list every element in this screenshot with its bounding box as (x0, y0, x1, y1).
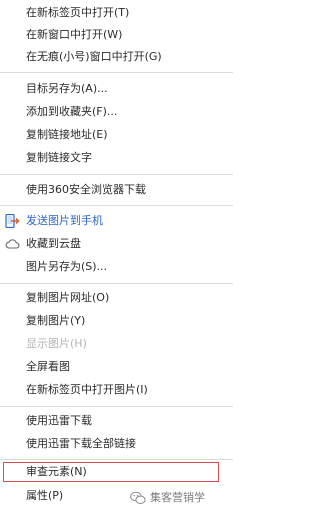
watermark-text: 集客营销学 (150, 491, 205, 504)
menu-item-save-target-as[interactable]: 目标另存为(A)... (0, 78, 233, 100)
menu-item-label: 审查元素(N) (26, 465, 87, 478)
menu-item-label: 在新标签页中打开图片(I) (26, 383, 148, 396)
menu-item-label: 添加到收藏夹(F)... (26, 105, 118, 118)
menu-item-label: 在新窗口中打开(W) (26, 28, 123, 41)
menu-item-label: 复制图片(Y) (26, 314, 86, 327)
menu-item-open-image-new-tab[interactable]: 在新标签页中打开图片(I) (0, 379, 233, 401)
menu-item-label: 图片另存为(S)... (26, 260, 108, 273)
menu-item-fullscreen-view[interactable]: 全屏看图 (0, 356, 233, 378)
menu-item-label: 目标另存为(A)... (26, 82, 108, 95)
menu-separator (0, 72, 233, 73)
menu-item-label: 使用360安全浏览器下载 (26, 183, 146, 196)
menu-item-label: 使用迅雷下载全部链接 (26, 437, 136, 450)
menu-separator (0, 205, 233, 206)
menu-separator (0, 283, 233, 284)
menu-item-label: 复制图片网址(O) (26, 291, 110, 304)
menu-item-label: 全屏看图 (26, 360, 70, 373)
menu-item-open-new-window[interactable]: 在新窗口中打开(W) (0, 24, 233, 46)
menu-item-copy-link-text[interactable]: 复制链接文字 (0, 147, 233, 169)
menu-item-copy-image-url[interactable]: 复制图片网址(O) (0, 287, 233, 309)
menu-item-download-with-360[interactable]: 使用360安全浏览器下载 (0, 179, 233, 201)
menu-item-label: 复制链接文字 (26, 151, 92, 164)
menu-separator (0, 174, 233, 175)
menu-item-download-with-xunlei[interactable]: 使用迅雷下载 (0, 410, 233, 432)
menu-item-label: 在新标签页中打开(T) (26, 6, 130, 19)
phone-share-icon (5, 213, 20, 229)
menu-item-open-new-tab[interactable]: 在新标签页中打开(T) (0, 2, 233, 24)
menu-item-label: 发送图片到手机 (26, 214, 103, 227)
menu-item-label: 显示图片(H) (26, 337, 87, 350)
menu-item-save-image-as[interactable]: 图片另存为(S)... (0, 256, 233, 278)
menu-item-label: 使用迅雷下载 (26, 414, 92, 427)
menu-item-label: 复制链接地址(E) (26, 128, 108, 141)
menu-item-send-image-to-phone[interactable]: 发送图片到手机 (0, 210, 233, 232)
menu-item-save-to-cloud[interactable]: 收藏到云盘 (0, 233, 233, 255)
menu-item-download-all-with-xunlei[interactable]: 使用迅雷下载全部链接 (0, 433, 233, 455)
context-menu: 在新标签页中打开(T) 在新窗口中打开(W) 在无痕(小号)窗口中打开(G) 目… (0, 0, 233, 510)
menu-item-show-image: 显示图片(H) (0, 333, 233, 355)
cloud-icon (5, 237, 20, 251)
menu-item-add-to-favorites[interactable]: 添加到收藏夹(F)... (0, 101, 233, 123)
menu-item-open-incognito[interactable]: 在无痕(小号)窗口中打开(G) (0, 46, 233, 68)
menu-separator (0, 459, 233, 460)
wechat-icon (130, 491, 146, 505)
menu-item-copy-image[interactable]: 复制图片(Y) (0, 310, 233, 332)
menu-item-copy-link-address[interactable]: 复制链接地址(E) (0, 124, 233, 146)
menu-separator (0, 406, 233, 407)
menu-item-label: 属性(P) (26, 489, 64, 502)
menu-item-label: 收藏到云盘 (26, 237, 81, 250)
menu-item-inspect-element[interactable]: 审查元素(N) (0, 461, 233, 483)
menu-item-label: 在无痕(小号)窗口中打开(G) (26, 50, 162, 63)
